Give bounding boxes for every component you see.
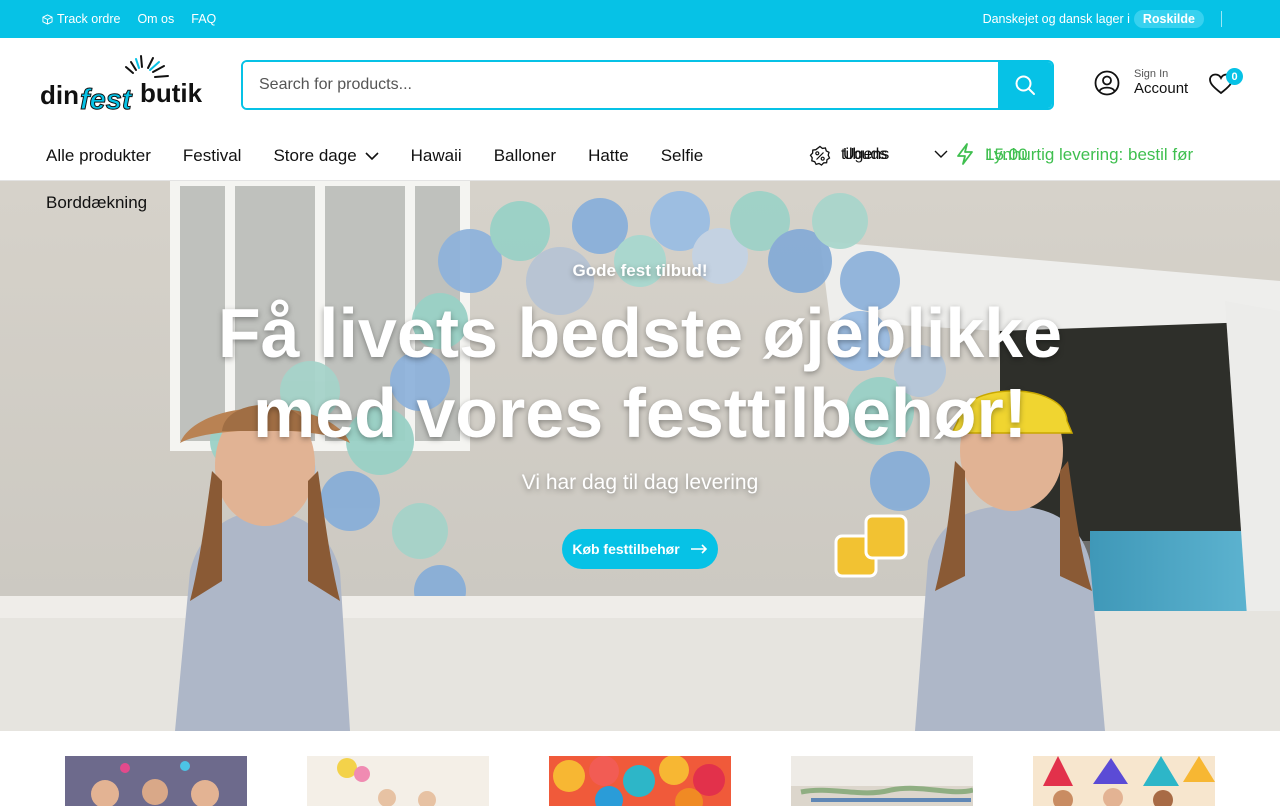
lightning-icon	[957, 143, 973, 165]
top-info: Danskejet og dansk lager i Roskilde	[983, 0, 1204, 38]
offers-dropdown[interactable]: tilbuds Ugens	[809, 145, 901, 167]
box-icon	[42, 13, 53, 25]
nav-item-selfie[interactable]: Selfie	[661, 146, 704, 166]
account-label: Account	[1134, 80, 1189, 97]
user-icon	[1094, 70, 1120, 95]
search-input[interactable]	[243, 62, 1000, 108]
promo-text: Lynhurtig levering: bestil før kl 15.00	[985, 145, 1197, 165]
category-image	[307, 756, 489, 806]
category-image	[65, 756, 247, 806]
logo[interactable]: din fest butik	[40, 54, 205, 116]
chevron-down-icon	[365, 152, 379, 161]
offers-overlap-label: Ugens	[843, 146, 890, 163]
hero-headline: Få livets bedste øjeblikke med vores fes…	[217, 294, 1063, 452]
category-tile[interactable]	[1033, 756, 1215, 806]
search-icon	[1015, 75, 1035, 95]
arrow-right-icon	[690, 544, 707, 554]
nav-item-alle-produkter[interactable]: Alle produkter	[46, 146, 151, 166]
account-text: Sign In Account	[1134, 68, 1188, 97]
nav-item-hawaii[interactable]: Hawaii	[411, 146, 462, 166]
category-tile[interactable]	[65, 756, 247, 806]
promo-time: 15.00	[985, 145, 1028, 164]
svg-text:butik: butik	[140, 78, 203, 108]
chevron-down-icon	[934, 150, 948, 158]
svg-text:din: din	[40, 80, 79, 110]
category-tile[interactable]	[307, 756, 489, 806]
nav-item-festival[interactable]: Festival	[183, 146, 242, 166]
header: din fest butik Sign In Account 0	[0, 38, 1280, 133]
category-image	[549, 756, 731, 806]
wishlist-count-badge: 0	[1226, 68, 1243, 85]
faq-link[interactable]: FAQ	[191, 12, 216, 26]
about-link[interactable]: Om os	[137, 12, 174, 26]
shop-now-button[interactable]: Køb festtilbehør	[562, 529, 718, 569]
hero-subline: Vi har dag til dag levering	[521, 471, 759, 494]
nav-item-store-dage-label: Store dage	[273, 146, 357, 165]
nav-item-balloner[interactable]: Balloner	[494, 146, 556, 166]
category-image	[791, 756, 973, 806]
nav-item-borddaekning[interactable]: Borddækning	[46, 193, 147, 213]
main-nav: Alle produkter Festival Store dage Hawai…	[0, 133, 1280, 181]
account-link[interactable]: Sign In Account	[1094, 68, 1188, 97]
hero-banner: Gode fest tilbud! Få livets bedste øjebl…	[0, 181, 1280, 731]
promo-overlap-wrap: Lynhurtig levering: bestil før kl 15.00	[985, 145, 1197, 165]
location-badge: Roskilde	[1133, 10, 1204, 28]
sign-in-label: Sign In	[1134, 68, 1169, 80]
search-bar	[241, 60, 1054, 110]
nav-item-store-dage[interactable]: Store dage	[273, 146, 379, 166]
category-tile[interactable]	[549, 756, 731, 806]
shop-now-label: Køb festtilbehør	[572, 541, 680, 557]
svg-text:fest: fest	[80, 84, 133, 116]
divider	[1221, 11, 1222, 27]
category-row	[0, 731, 1280, 806]
top-bar: Track ordre Om os FAQ Danskejet og dansk…	[0, 0, 1280, 38]
hero-eyebrow: Gode fest tilbud!	[572, 261, 708, 280]
offers-label-wrap: tilbuds Ugens	[841, 146, 901, 166]
info-text: Danskejet og dansk lager i	[982, 12, 1130, 26]
nav-items: Alle produkter Festival Store dage Hawai…	[46, 133, 735, 179]
category-image	[1033, 756, 1215, 806]
search-button[interactable]	[998, 62, 1052, 108]
top-links: Track ordre Om os FAQ	[42, 0, 216, 38]
track-order-label: Track ordre	[57, 12, 121, 26]
category-tile[interactable]	[791, 756, 973, 806]
track-order-link[interactable]: Track ordre	[42, 12, 120, 26]
nav-item-hatte[interactable]: Hatte	[588, 146, 629, 166]
discount-icon	[809, 145, 831, 166]
